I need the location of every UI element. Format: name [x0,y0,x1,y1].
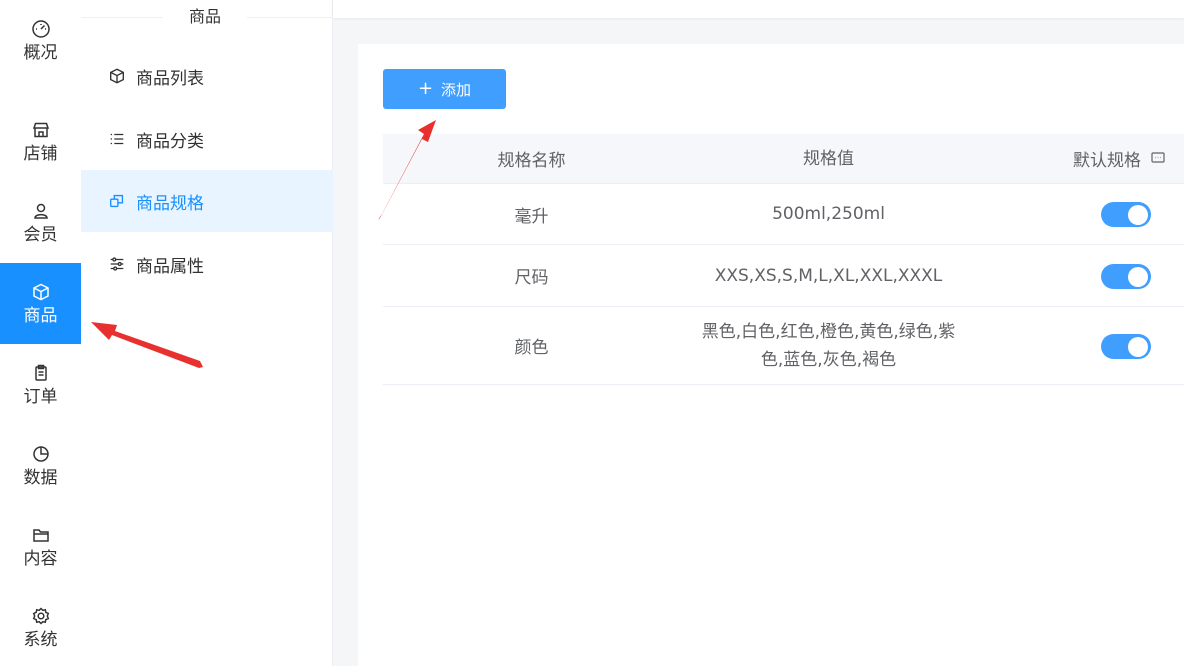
nav-item-label: 数据 [23,467,58,488]
submenu-panel: 商品 商品列表 商品分类 商品规格 商品属性 [81,0,333,666]
nav-item-label: 内容 [23,548,58,569]
nav-item-system[interactable]: 系统 [0,587,81,666]
column-header-value: 规格值 [803,148,854,169]
clipboard-icon [30,362,52,384]
submenu-title: 商品 [163,6,247,28]
nav-item-content[interactable]: 内容 [0,506,81,587]
nav-item-label: 会员 [23,224,58,245]
plus-icon: + [417,78,434,99]
shop-icon [30,119,52,141]
nav-item-data[interactable]: 数据 [0,425,81,506]
table-row: 颜色 黑色,白色,红色,橙色,黄色,绿色,紫色,蓝色,灰色,褐色 [383,307,1184,385]
submenu-item-product-spec[interactable]: 商品规格 [81,170,333,232]
default-toggle[interactable] [1101,334,1151,359]
box-icon [108,67,126,85]
table-header: 规格名称 规格值 默认规格 [383,134,1184,184]
folder-icon [30,524,52,546]
column-header-default-label: 默认规格 [1073,150,1141,171]
nav-item-member[interactable]: 会员 [0,182,81,263]
nav-item-label: 概况 [23,42,58,63]
nav-item-label: 订单 [23,386,58,407]
top-bar [333,0,1184,18]
default-toggle[interactable] [1101,264,1151,289]
nav-item-shop[interactable]: 店铺 [0,101,81,182]
spec-value-cell: XXS,XS,S,M,L,XL,XXL,XXXL [714,265,943,286]
table-row: 尺码 XXS,XS,S,M,L,XL,XXL,XXXL [383,245,1184,307]
submenu-item-product-list[interactable]: 商品列表 [81,45,333,107]
table-row: 毫升 500ml,250ml [383,184,1184,245]
gauge-icon [30,18,52,40]
toggle-knob [1128,336,1148,357]
column-header-default: 默认规格 [1073,146,1184,172]
copy-icon [108,192,126,210]
nav-item-label: 店铺 [23,143,58,164]
submenu-item-label: 商品规格 [136,193,204,214]
toggle-knob [1128,266,1148,287]
comment-icon[interactable] [1150,150,1166,171]
main-card: + 添加 规格名称 规格值 默认规格 毫升 500ml,250ml 尺码 XXS… [358,44,1184,666]
submenu-item-label: 商品属性 [136,256,204,277]
spec-table: 规格名称 规格值 默认规格 毫升 500ml,250ml 尺码 XXS,XS,S… [383,134,1184,385]
spec-value-cell: 500ml,250ml [772,204,885,224]
submenu-item-product-attribute[interactable]: 商品属性 [81,233,333,295]
submenu-item-product-category[interactable]: 商品分类 [81,108,333,170]
pie-chart-icon [30,443,52,465]
toggle-knob [1128,204,1148,225]
column-header-name: 规格名称 [497,151,566,171]
list-icon [108,130,126,148]
gear-icon [30,605,52,627]
nav-item-order[interactable]: 订单 [0,344,81,425]
sliders-icon [108,255,126,273]
main-nav: 概况 店铺 会员 商品 订单 数据 内容 系统 [0,0,81,666]
spec-name-cell: 毫升 [514,206,549,227]
nav-item-label: 系统 [23,629,58,650]
nav-item-overview[interactable]: 概况 [0,0,81,81]
box-icon [30,281,52,303]
submenu-item-label: 商品列表 [136,68,204,89]
submenu-item-label: 商品分类 [136,131,204,152]
spec-value-cell: 黑色,白色,红色,橙色,黄色,绿色,紫色,蓝色,灰色,褐色 [701,321,956,370]
user-icon [30,200,52,222]
spec-name-cell: 尺码 [514,268,549,288]
default-toggle[interactable] [1101,202,1151,227]
add-button[interactable]: + 添加 [383,69,506,109]
add-button-label: 添加 [441,80,472,99]
spec-name-cell: 颜色 [514,338,549,358]
nav-item-label: 商品 [23,305,58,326]
nav-item-product[interactable]: 商品 [0,263,81,344]
